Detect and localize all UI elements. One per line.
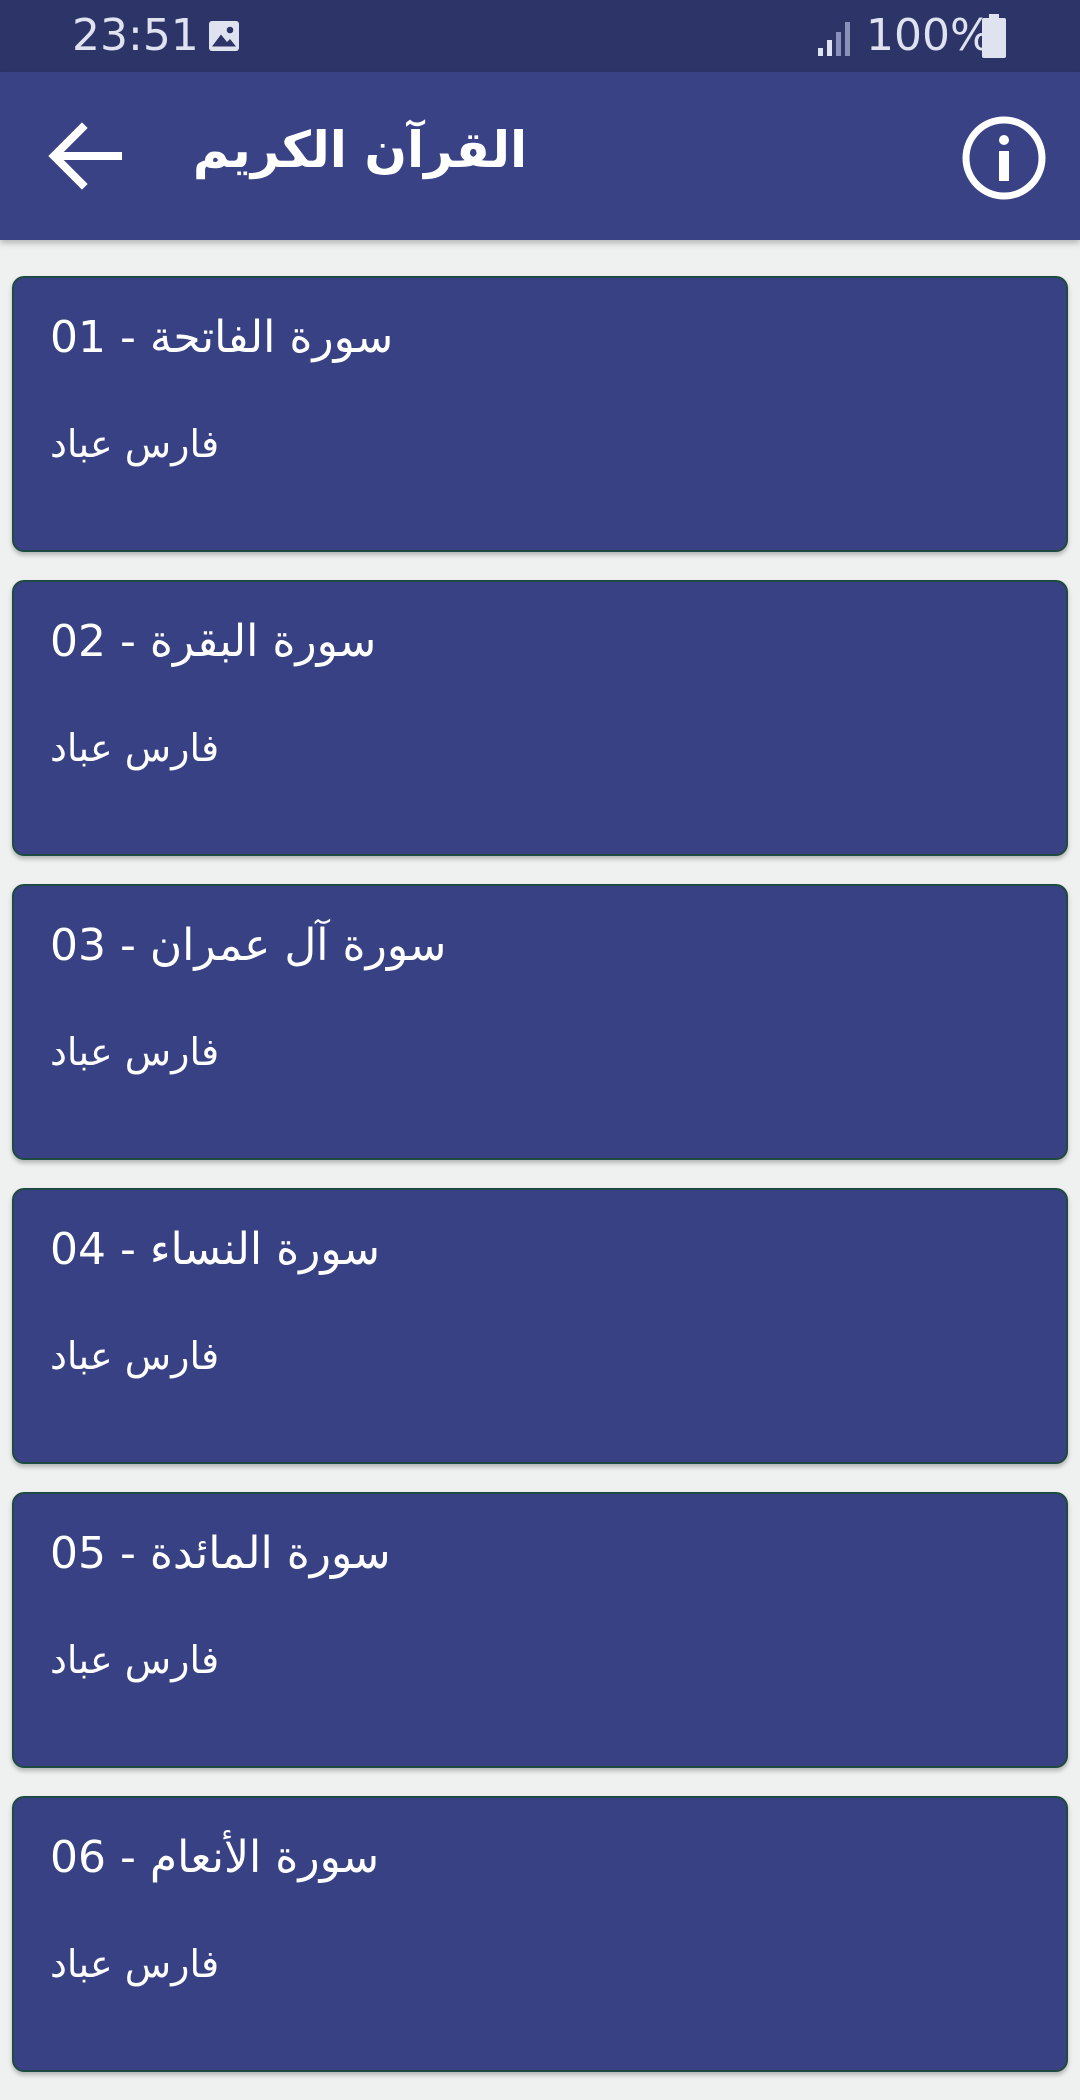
surah-title: 03 - سورة آل عمران	[50, 920, 447, 971]
surah-card[interactable]: 05 - سورة المائدة فارس عباد	[12, 1492, 1068, 1768]
reciter-name: فارس عباد	[50, 1942, 220, 1986]
image-icon	[209, 21, 239, 51]
arrow-back-icon	[48, 122, 122, 190]
battery-icon	[982, 14, 1006, 58]
surah-title: 01 - سورة الفاتحة	[50, 312, 394, 363]
reciter-name: فارس عباد	[50, 422, 220, 466]
battery-percentage: 100%	[866, 10, 992, 61]
page-title: القرآن الكريم	[192, 121, 528, 179]
status-bar: 23:51 100%	[0, 0, 1080, 72]
surah-title: 04 - سورة النساء	[50, 1224, 380, 1275]
surah-card[interactable]: 03 - سورة آل عمران فارس عباد	[12, 884, 1068, 1160]
reciter-name: فارس عباد	[50, 1638, 220, 1682]
reciter-name: فارس عباد	[50, 1334, 220, 1378]
reciter-name: فارس عباد	[50, 1030, 220, 1074]
surah-title: 02 - سورة البقرة	[50, 616, 377, 667]
surah-card[interactable]: 02 - سورة البقرة فارس عباد	[12, 580, 1068, 856]
back-button[interactable]	[36, 108, 132, 204]
signal-icon	[818, 22, 850, 56]
app-bar: القرآن الكريم	[0, 72, 1080, 240]
surah-title: 05 - سورة المائدة	[50, 1528, 391, 1579]
status-time: 23:51	[72, 10, 199, 61]
surah-card[interactable]: 06 - سورة الأنعام فارس عباد	[12, 1796, 1068, 2072]
info-button[interactable]	[956, 110, 1052, 206]
reciter-name: فارس عباد	[50, 726, 220, 770]
surah-list: 01 - سورة الفاتحة فارس عباد 02 - سورة ال…	[12, 276, 1068, 2100]
surah-card[interactable]: 01 - سورة الفاتحة فارس عباد	[12, 276, 1068, 552]
surah-title: 06 - سورة الأنعام	[50, 1832, 380, 1883]
info-icon	[962, 116, 1046, 200]
surah-card[interactable]: 04 - سورة النساء فارس عباد	[12, 1188, 1068, 1464]
